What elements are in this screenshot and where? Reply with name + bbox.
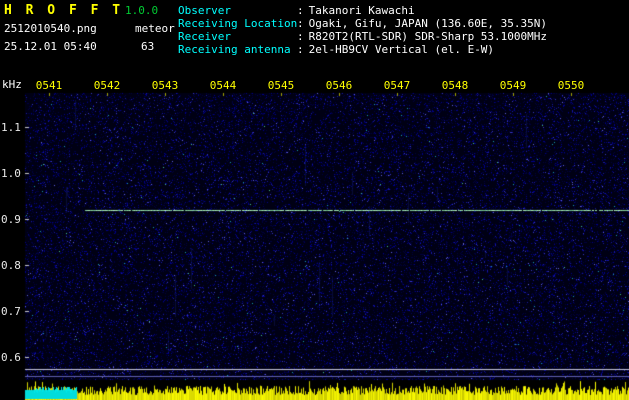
echo-count: 63 <box>141 40 155 53</box>
x-tick-label: 0546 <box>325 79 353 92</box>
y-tick-label: 1.0 <box>1 167 21 180</box>
info-label: Receiving Location <box>178 17 298 30</box>
info-row: Receiver: R820T2(RTL-SDR) SDR-Sharp 53.10… <box>178 30 626 43</box>
info-label: Observer <box>178 4 231 17</box>
file-row: 2512010540.png meteor <box>4 21 178 39</box>
info-value: R820T2(RTL-SDR) SDR-Sharp 53.1000MHz <box>308 30 548 43</box>
info-label: Receiving antenna <box>178 43 291 56</box>
x-tick-label: 0549 <box>499 79 527 92</box>
header-left: H R O F F T 1.0.0 2512010540.png meteor … <box>4 3 178 61</box>
app-version: 1.0.0 <box>125 4 159 17</box>
y-tick-label: 1.1 <box>1 121 21 134</box>
info-row: Observer: Takanori Kawachi <box>178 4 626 17</box>
x-tick-label: 0548 <box>441 79 469 92</box>
header: H R O F F T 1.0.0 2512010540.png meteor … <box>0 0 629 64</box>
x-tick-label: 0545 <box>267 79 295 92</box>
y-tick-label: 0.8 <box>1 259 21 272</box>
info-row: Receiving antenna:2el-HB9CV Vertical (el… <box>178 43 626 56</box>
info-row: Receiving Location: Ogaki, Gifu, JAPAN (1… <box>178 17 626 30</box>
time-row: 25.12.01 05:40 63 <box>4 39 178 57</box>
x-tick-label: 0550 <box>557 79 585 92</box>
y-tick-label: 0.6 <box>1 351 21 364</box>
title-row: H R O F F T 1.0.0 <box>4 3 178 21</box>
x-tick-label: 0541 <box>35 79 63 92</box>
info-table: Observer: Takanori Kawachi Receiving Locat… <box>178 4 626 56</box>
x-tick-label: 0544 <box>209 79 237 92</box>
app-title: H R O F F T <box>4 3 124 18</box>
timestamp: 25.12.01 05:40 <box>4 40 97 53</box>
x-tick-label: 0542 <box>93 79 121 92</box>
output-filename: 2512010540.png <box>4 22 97 35</box>
y-tick-label: 0.7 <box>1 305 21 318</box>
info-separator: : <box>297 30 304 43</box>
info-separator: : <box>297 17 304 30</box>
mode-label: meteor <box>135 22 175 35</box>
x-tick-label: 0547 <box>383 79 411 92</box>
x-tick-label: 0543 <box>151 79 179 92</box>
info-label: Receiver <box>178 30 231 43</box>
info-value: Takanori Kawachi <box>308 4 415 17</box>
info-separator: : <box>297 43 304 56</box>
y-axis-unit: kHz <box>2 78 22 91</box>
hrofft-output: H R O F F T 1.0.0 2512010540.png meteor … <box>0 0 629 400</box>
y-tick-label: 0.9 <box>1 213 21 226</box>
info-separator: : <box>297 4 304 17</box>
info-value: 2el-HB9CV Vertical (el. E-W) <box>308 43 495 56</box>
info-value: Ogaki, Gifu, JAPAN (136.60E, 35.35N) <box>308 17 548 30</box>
